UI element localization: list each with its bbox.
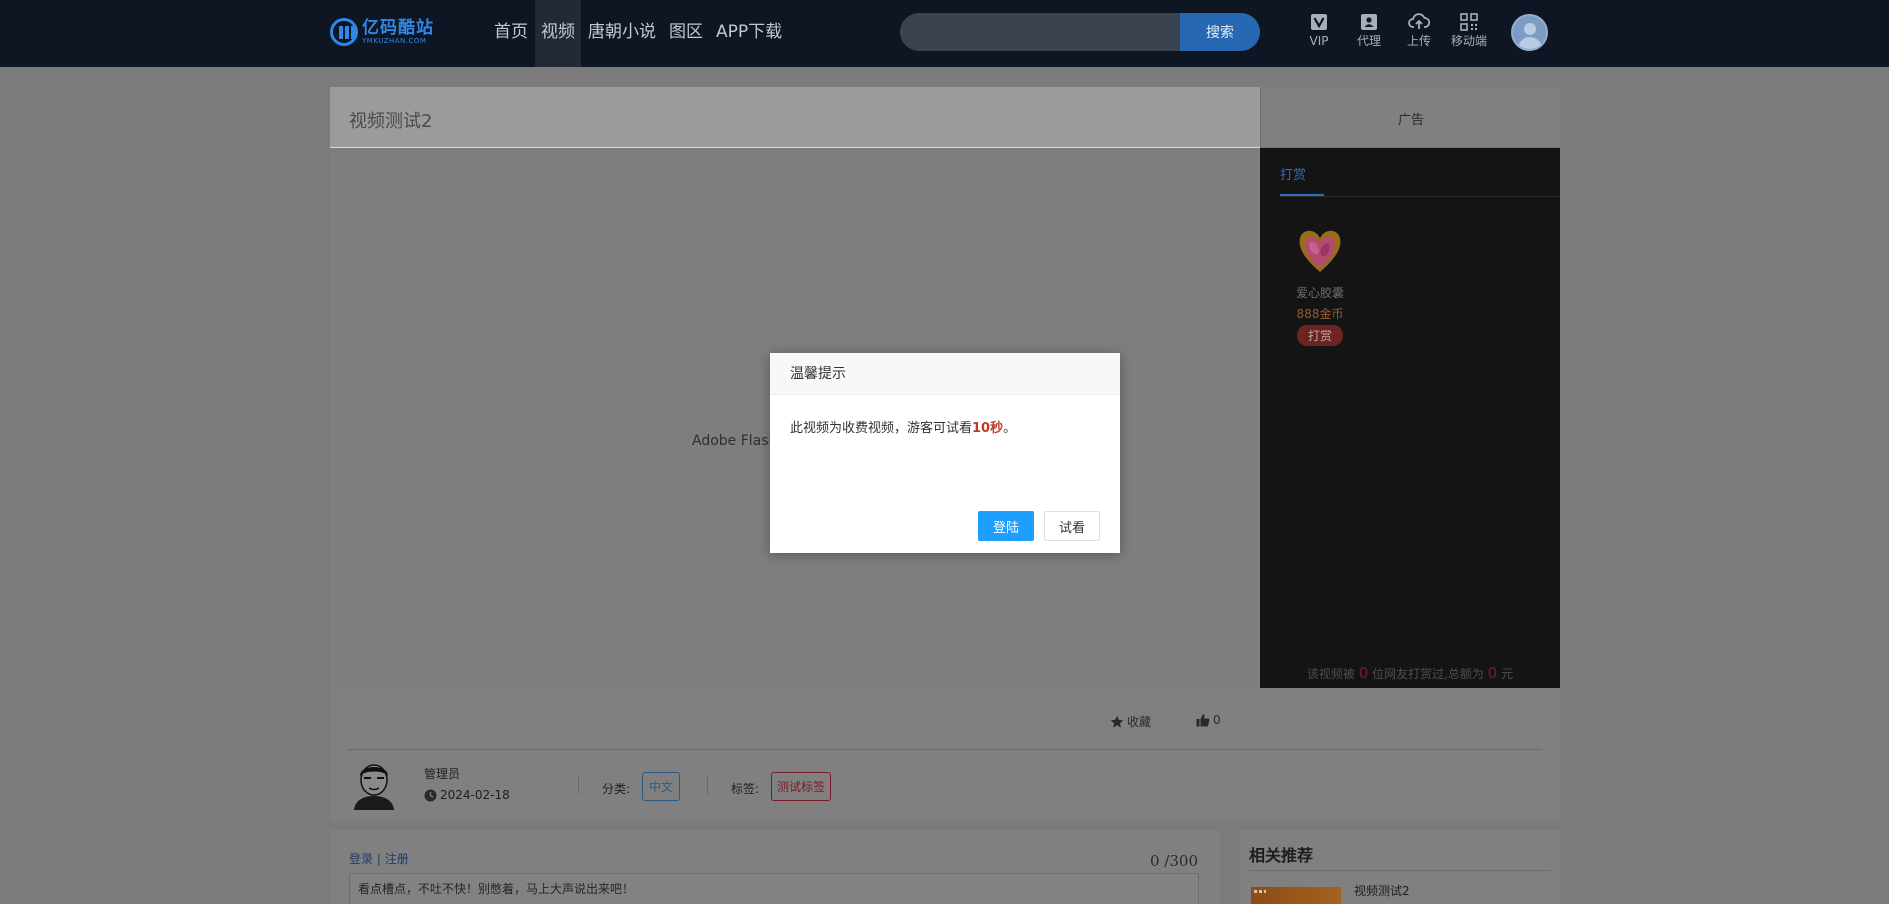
dialog-title: 温馨提示 — [770, 353, 1120, 395]
author-name[interactable]: 管理员 — [424, 765, 460, 782]
related-title: 相关推荐 — [1249, 846, 1314, 865]
nav-home[interactable]: 首页 — [488, 0, 534, 67]
gift-name: 爱心胶囊 — [1295, 286, 1344, 300]
nav-video[interactable]: 视频 — [535, 0, 581, 67]
gift-price: 888金币 — [1296, 307, 1344, 321]
tag-label: 标签: — [731, 782, 760, 796]
tab-reward[interactable]: 打赏 — [1280, 164, 1306, 183]
search-input[interactable] — [900, 13, 1180, 51]
video-info: 收藏 0 管理员 2024-02-18 分类: 中文 标签: 测试标签 — [330, 688, 1560, 820]
upload-link[interactable]: 上传 — [1394, 12, 1444, 48]
logo-text: 亿码酷站 — [362, 17, 434, 38]
vip-icon — [1294, 12, 1344, 31]
search-button[interactable]: 搜索 — [1180, 13, 1260, 51]
logo-subtext: YMKUZHAN.COM — [362, 36, 427, 45]
tab-divider — [1280, 196, 1560, 197]
logo-mark-icon — [330, 18, 358, 46]
nav-gallery[interactable]: 图区 — [663, 0, 709, 67]
publish-date: 2024-02-18 — [424, 788, 510, 802]
register-link[interactable]: 注册 — [385, 852, 409, 866]
trial-button[interactable]: 试看 — [1044, 511, 1100, 541]
vip-link[interactable]: VIP — [1294, 12, 1344, 48]
reward-stat: 该视频被 0 位网友打赏过,总额为 0 元 — [1306, 664, 1514, 682]
clock-icon — [424, 789, 437, 801]
thumbs-up-icon — [1196, 714, 1210, 727]
video-header: 视频测试2 — [330, 87, 1260, 148]
star-icon — [1110, 715, 1124, 728]
upload-cloud-icon — [1394, 12, 1444, 31]
top-navbar: 亿码酷站 YMKUZHAN.COM 首页 视频 唐朝小说 图区 APP下载 搜索… — [0, 0, 1889, 67]
user-avatar[interactable] — [1511, 14, 1548, 51]
gift-item: 爱心胶囊 888金币 打赏 — [1294, 224, 1346, 346]
comment-counter: 0 /300 — [1150, 852, 1198, 870]
related-panel: 相关推荐 视频测试2 — [1240, 830, 1560, 904]
flash-notice: Adobe Flash — [692, 433, 778, 449]
tag-item[interactable]: 测试标签 — [771, 772, 832, 801]
ad-label: 广告 — [1397, 113, 1424, 128]
main-nav: 首页 视频 唐朝小说 图区 APP下载 — [488, 0, 789, 67]
agent-icon — [1344, 12, 1394, 31]
nav-app-download[interactable]: APP下载 — [710, 0, 788, 67]
dialog-message: 此视频为收费视频，游客可试看10秒。 — [790, 421, 1017, 436]
site-logo[interactable]: 亿码酷站 YMKUZHAN.COM — [330, 14, 440, 50]
related-thumbnail[interactable] — [1251, 887, 1341, 904]
category-label: 分类: — [602, 782, 631, 796]
comment-input[interactable]: 看点槽点，不吐不快！别憋着，马上大声说出来吧！ — [349, 873, 1199, 904]
favorite-button[interactable]: 收藏 — [1110, 713, 1151, 730]
trial-duration: 10秒 — [972, 421, 1004, 436]
search-bar: 搜索 — [900, 13, 1260, 51]
reward-amount: 0 — [1487, 664, 1498, 682]
video-title: 视频测试2 — [349, 111, 433, 132]
comment-section: 登录 | 注册 0 /300 看点槽点，不吐不快！别憋着，马上大声说出来吧！ — [330, 830, 1220, 904]
reward-count: 0 — [1358, 664, 1369, 682]
like-button[interactable]: 0 — [1196, 713, 1221, 727]
category-tag[interactable]: 中文 — [642, 772, 681, 801]
qrcode-icon — [1444, 12, 1494, 31]
notice-dialog: 温馨提示 此视频为收费视频，游客可试看10秒。 登陆 试看 — [770, 353, 1120, 553]
mobile-link[interactable]: 移动端 — [1444, 12, 1494, 48]
header-tools: VIP 代理 上传 移动端 — [1294, 12, 1494, 48]
agent-link[interactable]: 代理 — [1344, 12, 1394, 48]
heart-capsule-icon — [1294, 224, 1346, 276]
author-avatar[interactable] — [350, 758, 398, 810]
login-link[interactable]: 登录 — [349, 852, 373, 866]
reward-button[interactable]: 打赏 — [1296, 325, 1343, 346]
login-button[interactable]: 登陆 — [978, 511, 1034, 541]
ad-panel: 广告 — [1260, 87, 1560, 148]
reward-panel: 打赏 爱心胶囊 888金币 打赏 该视频被 0 位网友打赏过,总额为 0 元 — [1260, 148, 1560, 688]
related-item-title[interactable]: 视频测试2 — [1354, 882, 1410, 899]
nav-novel[interactable]: 唐朝小说 — [582, 0, 662, 67]
